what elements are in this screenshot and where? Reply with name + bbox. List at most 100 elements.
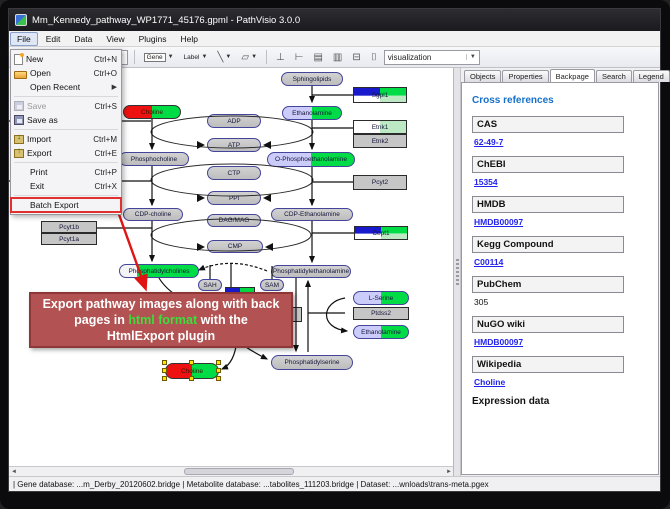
menu-item-batch-export[interactable]: Batch Export <box>11 198 121 212</box>
distribute-horizontal-button[interactable]: ▤ <box>310 50 325 65</box>
menu-item-open[interactable]: OpenCtrl+O <box>11 66 121 80</box>
ethanolamine-top-node[interactable]: Ethanolamine <box>282 106 342 120</box>
cdp-choline-node[interactable]: CDP-choline <box>123 208 183 221</box>
crossref-link[interactable]: C00114 <box>474 257 648 267</box>
status-bar: | Gene database: ...m_Derby_20120602.bri… <box>9 476 660 491</box>
etnk2-node[interactable]: Etnk2 <box>353 134 407 148</box>
tab-properties[interactable]: Properties <box>502 70 548 82</box>
pcyt1a-node[interactable]: Pcyt1a <box>41 233 97 245</box>
menu-item-exit[interactable]: ExitCtrl+X <box>11 179 121 193</box>
menubar-item-help[interactable]: Help <box>175 33 204 45</box>
ethanolamine-2-node[interactable]: Ethanolamine <box>353 325 409 339</box>
align-middle-icon: ⊢ <box>295 52 304 63</box>
menu-separator <box>14 162 118 163</box>
sgpl1-node[interactable]: Sgpl1 <box>353 87 407 103</box>
scrollbar-thumb[interactable] <box>184 468 294 475</box>
selection-handle[interactable] <box>162 360 167 365</box>
crossref-database-title: Kegg Compound <box>472 236 624 253</box>
visualization-combobox[interactable]: visualization ▼ <box>384 50 480 65</box>
menubar-item-edit[interactable]: Edit <box>40 33 67 45</box>
crossref-link[interactable]: HMDB00097 <box>474 217 648 227</box>
sphingolipids-node[interactable]: Sphingolipids <box>281 72 343 86</box>
crossref-link[interactable]: Choline <box>474 377 648 387</box>
annotation-callout: Export pathway images along with back pa… <box>29 292 293 348</box>
menubar-item-view[interactable]: View <box>100 33 130 45</box>
export-icon <box>14 149 24 158</box>
sah-node[interactable]: SAH <box>198 279 222 291</box>
dag-mag-node[interactable]: DAG/MAG <box>207 214 261 227</box>
stack-button[interactable]: ⊟ <box>349 50 363 65</box>
menubar-item-plugins[interactable]: Plugins <box>133 33 173 45</box>
menu-item-new[interactable]: NewCtrl+N <box>11 52 121 66</box>
scrollbar-track[interactable] <box>19 467 444 476</box>
tab-legend[interactable]: Legend <box>633 70 670 82</box>
side-panel-tabs: ObjectsPropertiesBackpageSearchLegend <box>461 68 660 82</box>
menu-item-save-as[interactable]: Save as <box>11 113 121 127</box>
menu-separator <box>14 195 118 196</box>
scroll-left-icon[interactable]: ◄ <box>9 467 19 476</box>
panel-splitter[interactable] <box>454 68 461 476</box>
phosphatidylethanolamine-node[interactable]: Phosphatidylethanolamine <box>271 265 351 278</box>
gene-tool-button[interactable]: Gene ▼ <box>141 51 177 64</box>
align-center-button[interactable]: ⊥ <box>273 50 288 65</box>
crossref-link[interactable]: 15354 <box>474 177 648 187</box>
choline-top-node[interactable]: Choline <box>123 105 181 119</box>
menubar-item-file[interactable]: File <box>10 32 38 46</box>
menu-item-import[interactable]: ImportCtrl+M <box>11 132 121 146</box>
sam-node[interactable]: SAM <box>260 279 284 291</box>
phosphatidylcholines-node[interactable]: Phosphatidylcholines <box>119 264 199 278</box>
phosphatidylserine-node[interactable]: Phosphatidylserine <box>271 355 353 370</box>
selection-handle[interactable] <box>216 368 221 373</box>
menubar-item-data[interactable]: Data <box>68 33 98 45</box>
selection-handle[interactable] <box>216 360 221 365</box>
o-phosphoethanolamine-node[interactable]: O-Phosphoethanolamine <box>267 152 355 167</box>
selection-handle[interactable] <box>189 360 194 365</box>
menu-item-label: Save as <box>27 115 117 125</box>
ppi-node[interactable]: PPi <box>207 191 261 205</box>
ctp-node[interactable]: CTP <box>207 166 261 180</box>
selection-handle[interactable] <box>162 376 167 381</box>
menu-item-label: Import <box>27 134 93 144</box>
menu-item-label: Save <box>27 101 95 111</box>
annotation-highlight: html format <box>128 313 197 327</box>
backpage-panel: Cross references CAS62-49-7ChEBI15354HMD… <box>461 82 659 475</box>
tab-objects[interactable]: Objects <box>464 70 501 82</box>
crossref-link[interactable]: 62-49-7 <box>474 137 648 147</box>
title-bar[interactable]: Mm_Kennedy_pathway_WP1771_45176.gpml - P… <box>9 9 660 31</box>
cmp-node[interactable]: CMP <box>207 240 263 253</box>
l-serine-node[interactable]: L-Serine <box>353 291 409 305</box>
etnk1-node[interactable]: Etnk1 <box>353 120 407 134</box>
pcyt2-node[interactable]: Pcyt2 <box>353 175 407 190</box>
shape-tool-button[interactable]: ▱ ▼ <box>238 50 260 65</box>
scroll-right-icon[interactable]: ► <box>444 467 454 476</box>
cdp-ethanolamine-node[interactable]: CDP-Ethanolamine <box>271 208 353 221</box>
align-middle-button[interactable]: ⊢ <box>292 50 307 65</box>
saveas-icon <box>14 115 24 125</box>
distribute-vertical-icon: ▥ <box>333 52 342 63</box>
distribute-vertical-button[interactable]: ▥ <box>330 50 345 65</box>
pcyt1b-node[interactable]: Pcyt1b <box>41 221 97 233</box>
canvas-horizontal-scrollbar[interactable]: ◄ ► <box>9 466 454 476</box>
ptdss2-node[interactable]: Ptdss2 <box>353 307 409 320</box>
menu-item-label: New <box>26 54 94 64</box>
tab-backpage[interactable]: Backpage <box>550 69 595 82</box>
line-tool-button[interactable]: ╲ ▼ <box>214 50 234 65</box>
selection-handle[interactable] <box>216 376 221 381</box>
crossref-link[interactable]: HMDB00097 <box>474 337 648 347</box>
cept1-node[interactable]: Cept1 <box>354 226 408 240</box>
group-button[interactable]: ⌷ <box>368 50 380 65</box>
shape-tool-icon: ▱ <box>241 52 249 63</box>
label-tool-button[interactable]: Label ▼ <box>181 52 211 63</box>
tab-search[interactable]: Search <box>596 70 632 82</box>
toolbar-separator <box>134 50 135 64</box>
atp-node[interactable]: ATP <box>207 138 261 152</box>
phosphocholine-node[interactable]: Phosphocholine <box>119 152 189 166</box>
selection-handle[interactable] <box>162 368 167 373</box>
menu-item-save: SaveCtrl+S <box>11 99 121 113</box>
menu-item-print[interactable]: PrintCtrl+P <box>11 165 121 179</box>
stack-icon: ⊟ <box>352 52 360 63</box>
selection-handle[interactable] <box>189 376 194 381</box>
menu-item-open-recent[interactable]: Open Recent▶ <box>11 80 121 94</box>
adp-node[interactable]: ADP <box>207 114 261 128</box>
menu-item-export[interactable]: ExportCtrl+E <box>11 146 121 160</box>
